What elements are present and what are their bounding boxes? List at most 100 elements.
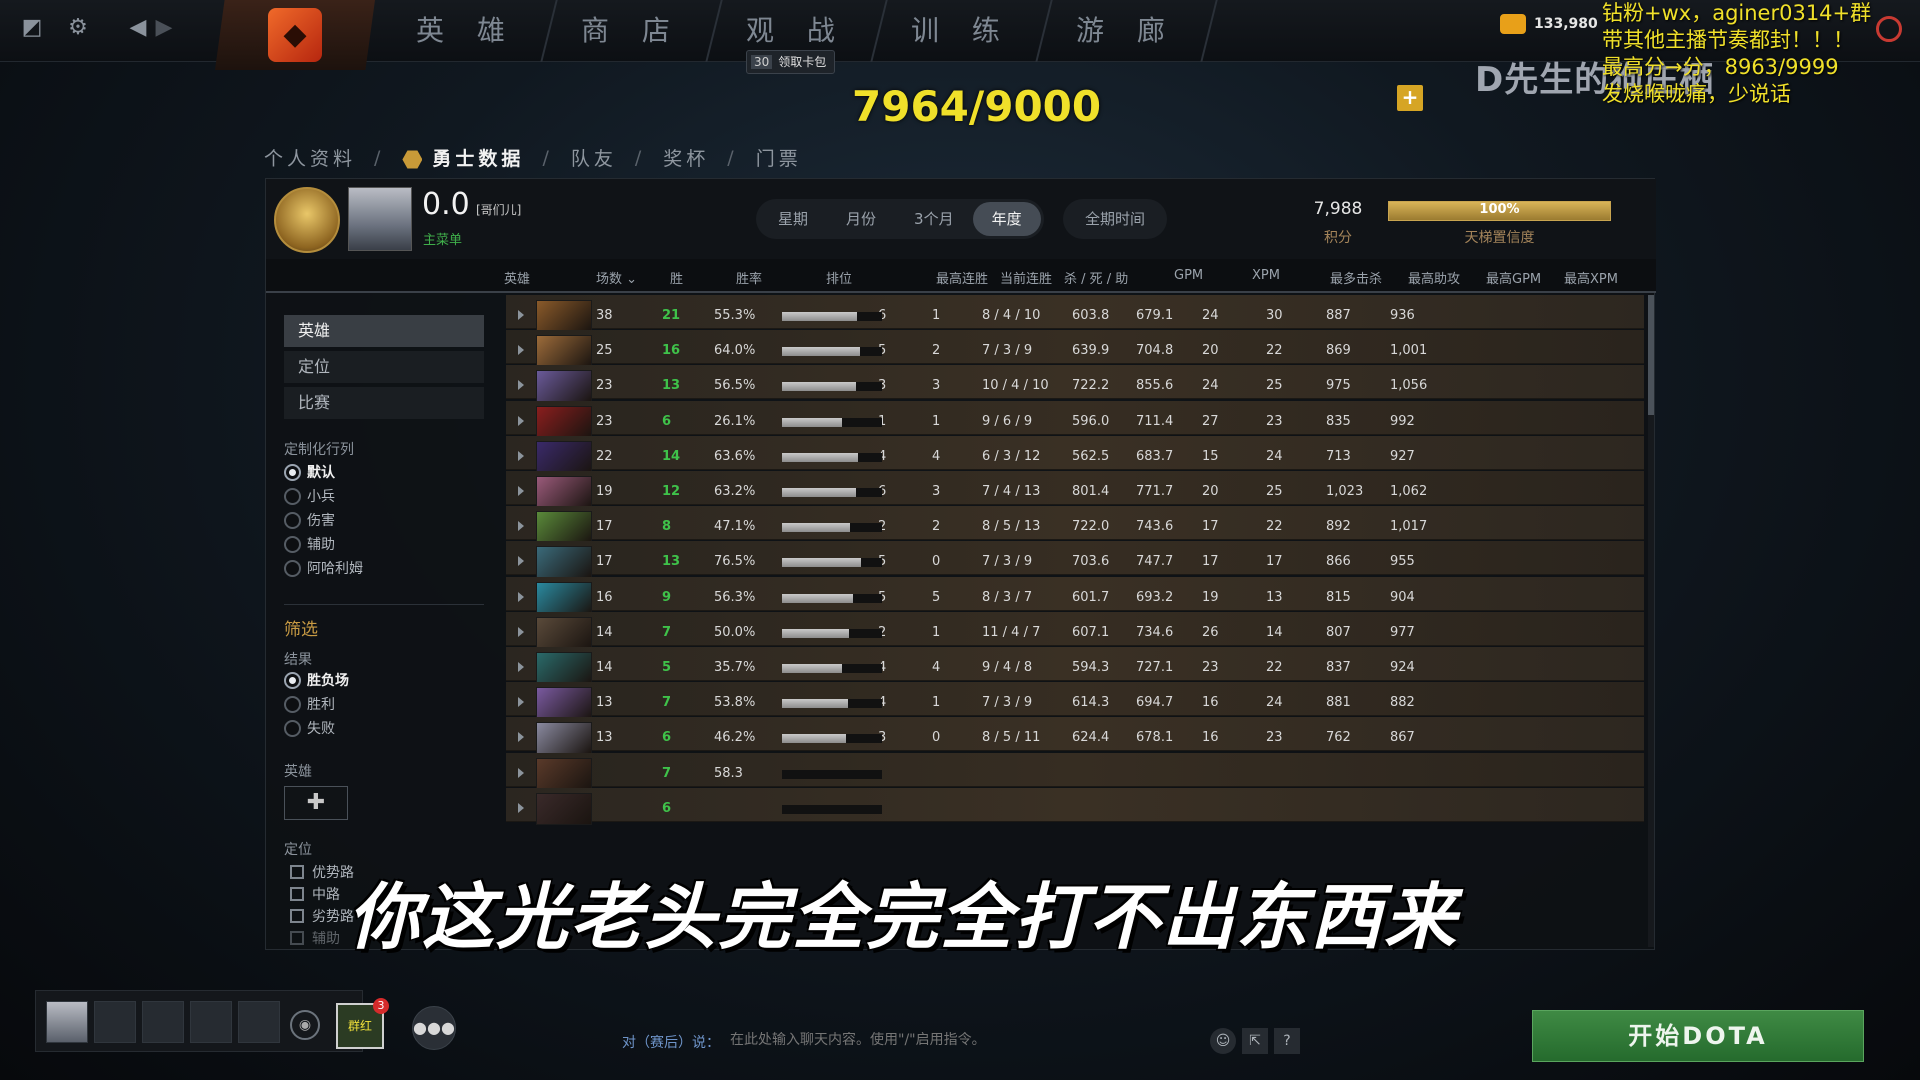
period-week-button[interactable]: 星期 <box>759 202 827 236</box>
chat-target-label[interactable]: 对（赛后）说： <box>622 1032 720 1052</box>
col-cur-streak[interactable]: 当前连胜 <box>1000 268 1052 287</box>
claim-card-pack-button[interactable]: 30 领取卡包 <box>746 50 836 74</box>
expand-arrow-icon[interactable] <box>518 662 524 672</box>
table-row[interactable]: 13 7 53.8% 4 1 7 / 3 / 9 614.3 694.7 16 24 881 882 <box>506 682 1644 720</box>
sidebar-tab-matches[interactable]: 比赛 <box>284 387 484 419</box>
table-row[interactable]: 22 14 63.6% 4 4 6 / 3 / 12 562.5 683.7 15 24 713 92… <box>506 435 1644 473</box>
table-row[interactable]: 38 21 55.3% 6 1 8 / 4 / 10 603.8 679.1 24 30 887 93… <box>506 295 1644 332</box>
col-max-xpm[interactable]: 最高XPM <box>1564 268 1618 287</box>
dota-home-logo[interactable]: ◆ <box>215 0 375 70</box>
hero-portrait[interactable] <box>536 476 592 508</box>
result-option-all[interactable]: 胜负场 <box>284 669 349 691</box>
subnav-teammates[interactable]: 队友 <box>571 144 617 171</box>
chat-popout-icon[interactable]: ⇱ <box>1242 1028 1268 1054</box>
expand-arrow-icon[interactable] <box>518 486 524 496</box>
party-slot-empty[interactable] <box>142 1001 184 1043</box>
expand-arrow-icon[interactable] <box>518 732 524 743</box>
col-xpm[interactable]: XPM <box>1252 268 1280 283</box>
hero-portrait[interactable] <box>536 687 592 720</box>
party-slot-empty[interactable] <box>190 1001 232 1043</box>
period-month-button[interactable]: 月份 <box>827 202 895 236</box>
expand-arrow-icon[interactable] <box>518 310 524 320</box>
add-column-button[interactable]: + <box>1397 85 1423 111</box>
custom-option-support[interactable]: 辅助 <box>284 533 335 555</box>
expand-arrow-icon[interactable] <box>518 380 524 391</box>
hero-portrait[interactable] <box>536 440 592 473</box>
hero-portrait[interactable] <box>536 405 592 438</box>
table-row[interactable]: 19 12 63.2% 6 3 7 / 4 / 13 801.4 771.7 20 25 1,023… <box>506 471 1644 508</box>
expand-arrow-icon[interactable] <box>518 415 524 426</box>
col-games[interactable]: 场数 ⌄ <box>596 268 637 287</box>
expand-arrow-icon[interactable] <box>518 626 524 637</box>
hero-portrait[interactable] <box>536 652 592 684</box>
hero-portrait[interactable] <box>536 335 592 368</box>
result-option-win[interactable]: 胜利 <box>284 693 335 715</box>
party-group-icon[interactable]: ●●● <box>412 1006 456 1050</box>
nav-tab-arcade[interactable]: 游 廊 <box>1037 0 1218 62</box>
dota-plus-icon[interactable]: ◩ <box>18 14 46 42</box>
party-slot-empty[interactable] <box>238 1001 280 1043</box>
nav-tab-learn[interactable]: 训 练 <box>872 0 1053 62</box>
table-row[interactable]: 17 13 76.5% 5 0 7 / 3 / 9 703.6 747.7 17 17 866 955 <box>506 541 1644 579</box>
period-year-button[interactable]: 年度 <box>972 202 1041 236</box>
col-wins[interactable]: 胜 <box>670 268 683 287</box>
role-option-support[interactable]: 辅助 <box>290 927 340 949</box>
table-row[interactable]: 23 13 56.5% 3 3 10 / 4 / 10 722.2 855.6 24 25 975 1… <box>506 365 1644 403</box>
expand-arrow-icon[interactable] <box>518 345 524 356</box>
scrollbar-thumb[interactable] <box>1648 295 1654 415</box>
hero-portrait[interactable] <box>536 722 592 755</box>
sidebar-tab-roles[interactable]: 定位 <box>284 351 484 383</box>
table-row[interactable]: 7 58.3 <box>506 752 1644 790</box>
shards-display[interactable]: 133,980 <box>1500 14 1598 34</box>
expand-arrow-icon[interactable] <box>518 802 524 813</box>
hero-portrait[interactable] <box>536 370 592 403</box>
party-slot-self[interactable] <box>46 1001 88 1043</box>
avatar[interactable] <box>348 187 412 251</box>
col-max-kills[interactable]: 最多击杀 <box>1330 268 1382 287</box>
sidebar-tab-heroes[interactable]: 英雄 <box>284 315 484 347</box>
forward-arrow-icon[interactable]: ▶ <box>150 14 178 42</box>
emoji-icon[interactable]: ☺ <box>1210 1028 1236 1054</box>
table-row[interactable]: 14 5 35.7% 4 4 9 / 4 / 8 594.3 727.1 23 22 837 924 <box>506 647 1644 684</box>
start-dota-button[interactable]: 开始DOTA <box>1532 1010 1864 1062</box>
custom-option-creeps[interactable]: 小兵 <box>284 485 335 507</box>
table-row[interactable]: 23 6 26.1% 1 1 9 / 6 / 9 596.0 711.4 27 23 835 992 <box>506 400 1644 438</box>
role-option-off-lane[interactable]: 劣势路 <box>290 905 354 927</box>
expand-arrow-icon[interactable] <box>518 450 524 461</box>
subnav-trophies[interactable]: 奖杯 <box>663 144 709 171</box>
col-rank[interactable]: 排位 <box>826 268 852 287</box>
period-3month-button[interactable]: 3个月 <box>895 202 973 236</box>
subnav-profile[interactable]: 个人资料 <box>264 144 356 171</box>
expand-arrow-icon[interactable] <box>518 521 524 532</box>
col-gpm[interactable]: GPM <box>1174 268 1203 283</box>
role-option-mid[interactable]: 中路 <box>290 883 340 905</box>
table-row[interactable]: 17 8 47.1% 2 2 8 / 5 / 13 722.0 743.6 17 22 892 1,0… <box>506 506 1644 544</box>
custom-option-default[interactable]: 默认 <box>284 461 335 483</box>
table-row[interactable]: 13 6 46.2% 3 0 8 / 5 / 11 624.4 678.1 16 23 762 867 <box>506 717 1644 755</box>
chat-input[interactable] <box>730 1032 1210 1048</box>
hero-portrait[interactable] <box>536 546 592 579</box>
hero-portrait[interactable] <box>536 511 592 544</box>
role-option-safe-lane[interactable]: 优势路 <box>290 861 354 883</box>
table-row[interactable]: 25 16 64.0% 5 2 7 / 3 / 9 639.9 704.8 20 22 869 1,0… <box>506 330 1644 368</box>
hero-portrait[interactable] <box>536 792 592 825</box>
table-row[interactable]: 14 7 50.0% 2 1 11 / 4 / 7 607.1 734.6 26 14 807 977 <box>506 611 1644 649</box>
result-option-loss[interactable]: 失败 <box>284 717 335 739</box>
table-row[interactable]: 6 <box>506 787 1644 825</box>
col-max-gpm[interactable]: 最高GPM <box>1486 268 1541 287</box>
col-hero[interactable]: 英雄 <box>504 268 530 287</box>
col-max-assists[interactable]: 最高助攻 <box>1408 268 1460 287</box>
subnav-hero-stats[interactable]: 勇士数据 <box>402 144 524 171</box>
expand-arrow-icon[interactable] <box>518 556 524 567</box>
add-hero-filter-button[interactable]: ✚ <box>284 786 348 820</box>
subnav-tickets[interactable]: 门票 <box>756 144 802 171</box>
table-scrollbar[interactable] <box>1648 295 1654 947</box>
period-all-time-button[interactable]: 全期时间 <box>1063 199 1168 239</box>
hero-portrait[interactable] <box>536 581 592 614</box>
col-kda[interactable]: 杀 / 死 / 助 <box>1064 268 1128 287</box>
table-row[interactable]: 16 9 56.3% 5 5 8 / 3 / 7 601.7 693.2 19 13 815 904 <box>506 576 1644 614</box>
settings-gear-icon[interactable]: ⚙ <box>64 14 92 42</box>
expand-arrow-icon[interactable] <box>518 697 524 708</box>
party-slot-empty[interactable] <box>94 1001 136 1043</box>
custom-option-damage[interactable]: 伤害 <box>284 509 335 531</box>
